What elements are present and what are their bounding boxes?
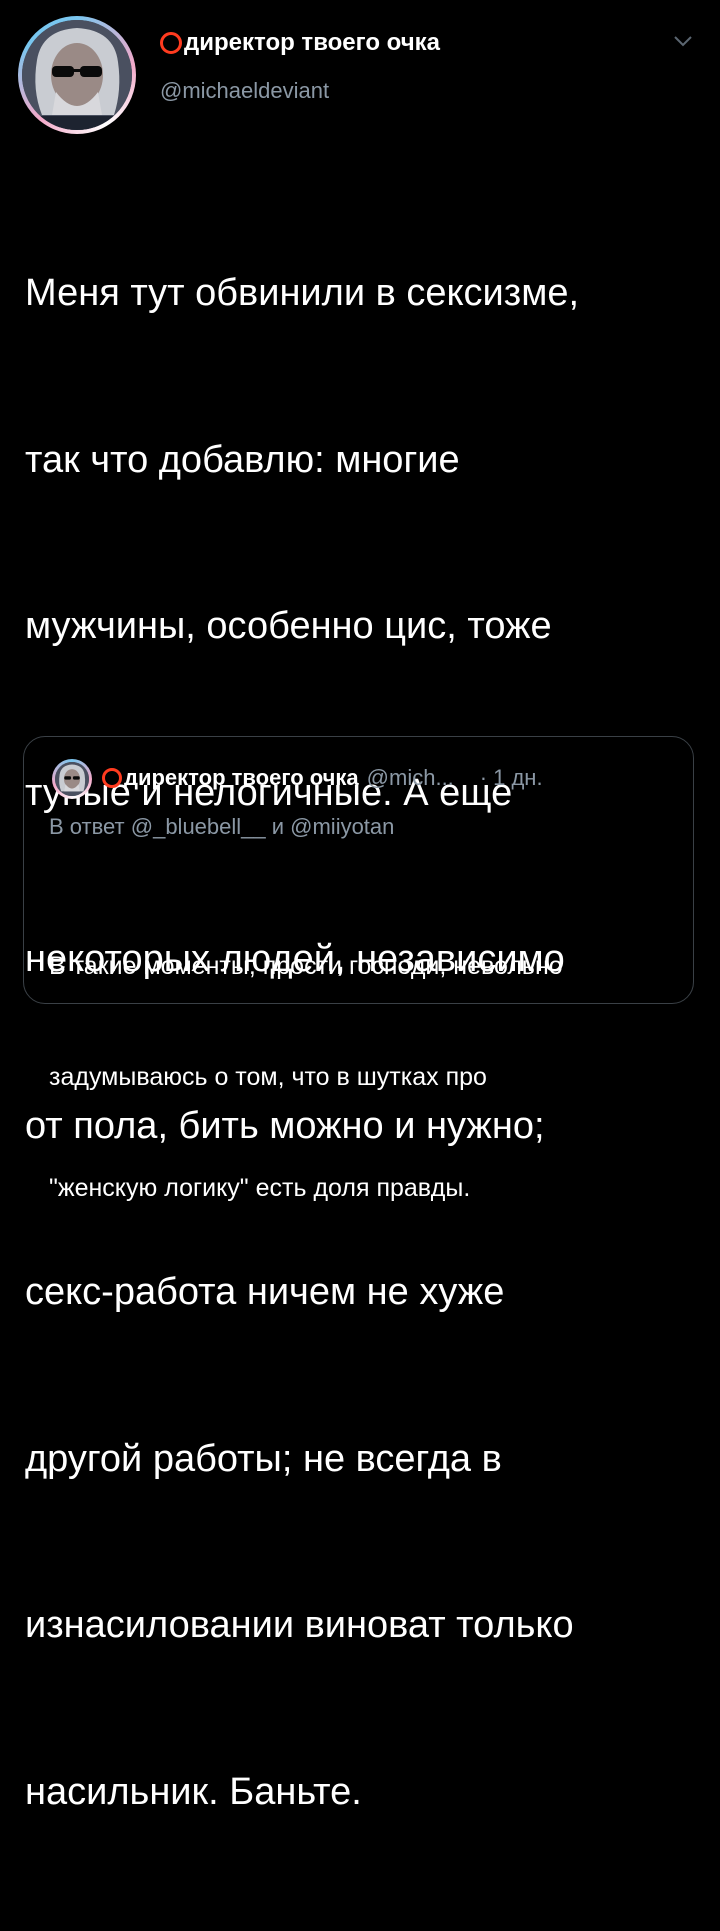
quote-text-line: задумываюсь о том, что в шутках про	[49, 1063, 487, 1091]
red-ring-icon	[160, 32, 182, 54]
tweet-text-line: так что добавлю: многие	[25, 438, 460, 481]
chevron-down-icon[interactable]	[672, 30, 694, 52]
quote-timestamp: 1 дн.	[493, 765, 543, 790]
display-name[interactable]: директор твоего очка	[160, 29, 440, 57]
avatar-portrait-icon	[22, 20, 132, 130]
quote-separator: ·	[479, 765, 488, 790]
quote-reply-to: В ответ @_bluebell__ и @miiyotan	[49, 814, 395, 839]
display-name-label: директор твоего очка	[184, 29, 440, 56]
quote-avatar	[55, 762, 89, 796]
quote-text-line: В такие моменты, прости господи, невольн…	[49, 952, 563, 980]
avatar-portrait-icon	[55, 762, 89, 796]
user-handle[interactable]: @michaeldeviant	[160, 78, 329, 104]
red-ring-icon	[102, 768, 122, 788]
avatar[interactable]	[22, 20, 132, 130]
tweet-text-line: другой работы; не всегда в	[25, 1437, 502, 1480]
quote-handle: @mich...	[366, 765, 454, 790]
quote-display-name: директор твоего очка	[124, 765, 359, 790]
tweet-text-line: Меня тут обвинили в сексизме,	[25, 272, 580, 314]
tweet-text-line: изнасиловании виноват только	[25, 1604, 574, 1646]
tweet-text-line: мужчины, особенно цис, тоже	[25, 605, 552, 647]
quote-text: В такие моменты, прости господи, невольн…	[49, 874, 679, 1281]
tweet: директор твоего очка @michaeldeviant Мен…	[0, 0, 720, 1813]
quote-text-line: "женскую логику" есть доля правды.	[49, 1174, 471, 1202]
quoted-tweet[interactable]: директор твоего очка @mich... · 1 дн. В …	[23, 736, 694, 1202]
quote-header: директор твоего очка @mich... · 1 дн.	[102, 765, 543, 791]
tweet-text-line: насильник. Баньте.	[25, 1770, 362, 1813]
